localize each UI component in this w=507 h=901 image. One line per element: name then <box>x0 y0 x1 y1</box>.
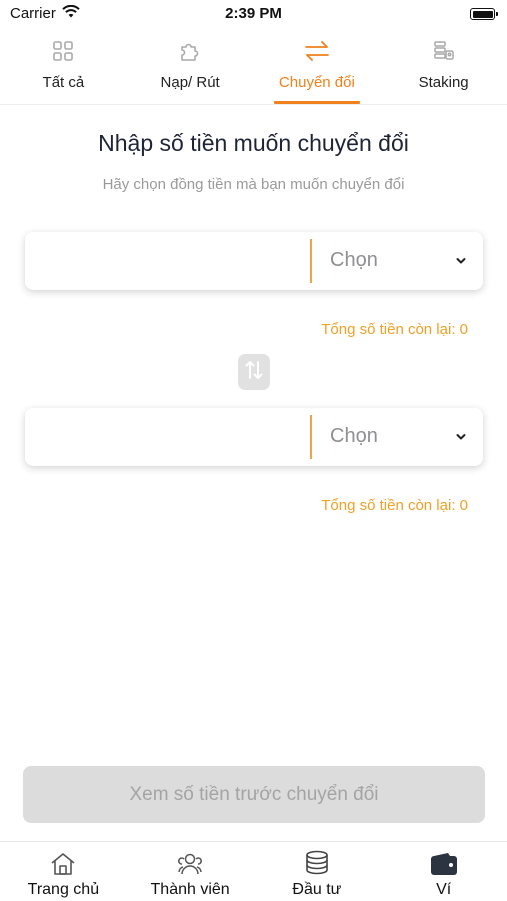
tab-bar: Tất cả Nạp/ Rút Chuyển đổi Staking <box>0 30 507 105</box>
nav-label: Thành viên <box>150 881 230 898</box>
from-remaining-balance: Tổng số tiền còn lại: 0 <box>321 321 468 338</box>
swap-button[interactable] <box>238 354 270 390</box>
to-remaining-balance: Tổng số tiền còn lại: 0 <box>321 497 468 514</box>
tab-label: Tất cả <box>42 74 85 91</box>
home-icon <box>49 851 77 877</box>
staking-icon <box>431 38 457 64</box>
to-amount-box: Chọn <box>25 408 483 466</box>
input-divider <box>310 239 312 283</box>
tab-convert[interactable]: Chuyển đổi <box>254 30 381 104</box>
tab-label: Staking <box>418 74 469 91</box>
preview-conversion-button[interactable]: Xem số tiền trước chuyển đổi <box>23 766 485 823</box>
to-amount-input[interactable] <box>25 408 309 466</box>
page-title: Nhập số tiền muốn chuyển đổi <box>98 130 409 156</box>
nav-label: Đầu tư <box>292 881 342 898</box>
swap-arrows-icon <box>304 38 330 64</box>
tab-label: Nạp/ Rút <box>160 74 220 91</box>
nav-label: Ví <box>436 881 452 898</box>
tab-deposit-withdraw[interactable]: Nạp/ Rút <box>127 30 254 104</box>
nav-label: Trang chủ <box>27 881 100 898</box>
from-currency-select[interactable]: Chọn <box>315 232 483 290</box>
select-label: Chọn <box>330 425 378 447</box>
status-bar: Carrier 2:39 PM <box>0 0 507 28</box>
bottom-nav: Trang chủ Thành viên Đầu tư Ví <box>0 841 507 901</box>
tab-staking[interactable]: Staking <box>380 30 507 104</box>
from-amount-box: Chọn <box>25 232 483 290</box>
battery-icon <box>470 8 498 20</box>
swap-vertical-icon <box>244 358 264 387</box>
members-icon <box>176 851 204 877</box>
wallet-icon <box>430 851 458 877</box>
select-label: Chọn <box>330 249 378 271</box>
status-time: 2:39 PM <box>225 5 282 22</box>
chevron-down-icon <box>455 430 467 442</box>
input-divider <box>310 415 312 459</box>
coins-icon <box>303 850 331 877</box>
nav-home[interactable]: Trang chủ <box>0 842 127 901</box>
nav-members[interactable]: Thành viên <box>127 842 254 901</box>
to-currency-select[interactable]: Chọn <box>315 408 483 466</box>
nav-invest[interactable]: Đầu tư <box>254 842 381 901</box>
chevron-down-icon <box>455 254 467 266</box>
tab-all[interactable]: Tất cả <box>0 30 127 104</box>
tab-label: Chuyển đổi <box>278 74 355 91</box>
from-amount-input[interactable] <box>25 232 309 290</box>
grid-icon <box>50 38 76 64</box>
page-subtitle: Hãy chọn đồng tiền mà bạn muốn chuyển đổ… <box>102 176 405 193</box>
nav-wallet[interactable]: Ví <box>380 842 507 901</box>
puzzle-icon <box>177 38 203 64</box>
